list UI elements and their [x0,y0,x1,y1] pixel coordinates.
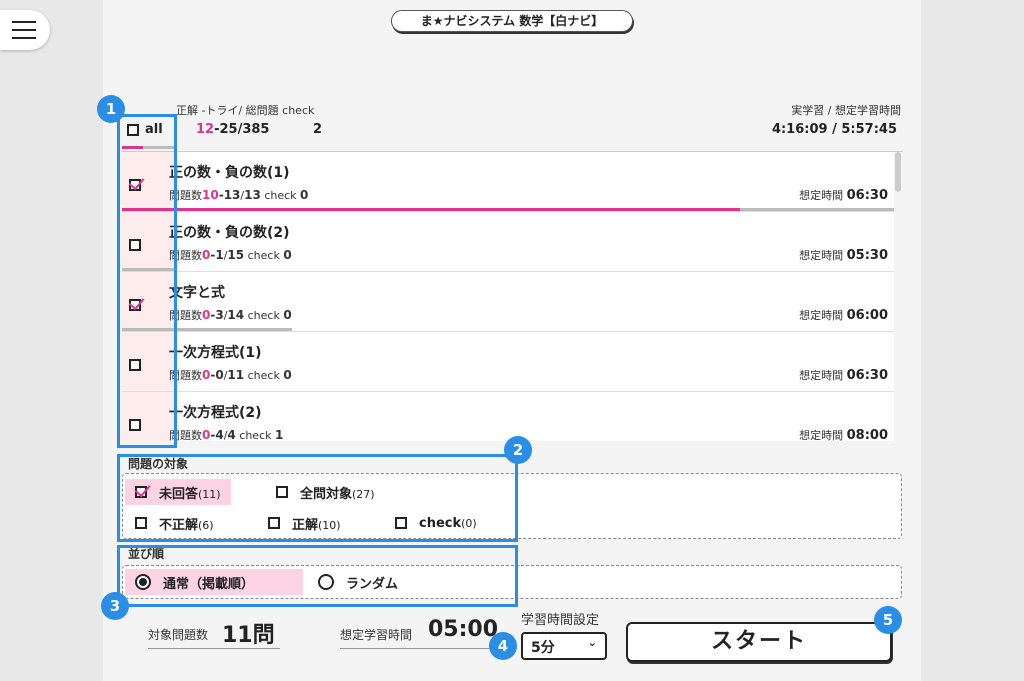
header-total: /385 [237,122,270,137]
est-value: 05:30 [846,248,888,263]
study-time-label: 実学習 / 想定学習時間 [791,104,901,117]
unit-row[interactable]: 一次方程式(2) 問題数0-4/4 check 1 想定時間 08:00 [122,392,894,441]
check-label: check [239,429,272,441]
unit-est-time: 想定時間 06:30 [799,367,888,383]
unit-name: 一次方程式(2) [169,405,262,421]
unit-list[interactable]: 正の数・負の数(1) 問題数10-13/13 check 0 想定時間 06:30 正… [122,151,903,441]
unit-est-time: 想定時間 05:30 [799,247,888,263]
unit-est-time: 想定時間 08:00 [799,427,888,441]
unit-total: 4 [227,428,236,441]
est-value: 06:30 [846,368,888,383]
est-study-time: 05:00 [428,617,499,642]
est-study-time-label: 想定学習時間 [340,628,413,642]
est-label: 想定時間 [799,309,844,322]
guide-badge-1: 1 [97,95,125,123]
start-button[interactable]: スタート [626,622,892,662]
unit-correct: 10 [202,188,219,202]
guide-box-3 [117,545,518,607]
underline [148,648,280,649]
unit-check: 0 [283,248,292,262]
guide-box-1 [117,114,177,448]
guide-badge-5: 5 [874,606,902,634]
unit-total: 14 [227,308,245,322]
select-value: 5分 [531,640,555,656]
unit-tried: 3 [215,308,224,322]
unit-check: 1 [275,428,284,441]
est-value: 08:00 [846,428,888,441]
guide-badge-2: 2 [504,436,532,464]
chevron-down-icon: ⌄ [587,636,597,649]
unit-row[interactable]: 正の数・負の数(2) 問題数0-1/15 check 0 想定時間 05:30 [122,212,894,272]
unit-check: 0 [300,188,309,202]
est-label: 想定時間 [799,369,844,382]
header-check: 2 [313,122,323,137]
unit-stats: 問題数0-0/11 check 0 [169,368,292,382]
unit-est-time: 想定時間 06:30 [799,187,888,203]
est-value: 06:30 [846,188,888,203]
time-setting-label: 学習時間設定 [521,613,600,628]
est-value: 06:00 [846,308,888,323]
unit-progress-bar [122,208,894,211]
list-scrollbar[interactable] [895,152,901,192]
unit-total: 11 [227,368,245,382]
header-stats: 12-25/385 [196,122,269,137]
unit-est-time: 想定時間 06:00 [799,307,888,323]
unit-stats: 問題数10-13/13 check 0 [169,188,309,202]
header-tried: -25 [214,122,238,137]
menu-line-icon [12,37,36,39]
unit-check: 0 [283,368,292,382]
unit-tried: 1 [215,248,224,262]
unit-total: 13 [244,188,261,202]
unit-tried: 0 [215,368,224,382]
unit-name: 正の数・負の数(1) [169,165,290,181]
unit-row[interactable]: 正の数・負の数(1) 問題数10-13/13 check 0 想定時間 06:30 [122,152,894,212]
unit-progress-fill [122,208,740,211]
guide-badge-3: 3 [101,592,129,620]
unit-name: 正の数・負の数(2) [169,225,290,241]
hamburger-menu-button[interactable] [0,10,50,50]
check-label: check [247,309,280,322]
target-count-label: 対象問題数 [148,628,209,642]
guide-box-2 [117,454,518,542]
unit-stats: 問題数0-1/15 check 0 [169,248,292,262]
app-title: ま★ナビシステム 数学【白ナビ】 [391,10,633,32]
underline [340,648,500,649]
check-label: check [247,369,280,382]
target-count: 11問 [222,623,275,648]
unit-row[interactable]: 文字と式問題数0-3/14 check 0 想定時間 06:00 [122,272,894,332]
menu-line-icon [12,21,36,23]
time-setting-select[interactable]: 5分 ⌄ [521,632,607,660]
guide-badge-4: 4 [489,632,517,660]
unit-tried: 4 [215,428,224,441]
header-stat-labels: 正解 -トライ/ 総問題 check [176,104,315,117]
study-time: 4:16:09 / 5:57:45 [771,122,897,137]
unit-name: 一次方程式(1) [169,345,262,361]
unit-total: 15 [227,248,245,262]
check-label: check [264,189,297,202]
unit-tried: 13 [223,188,241,202]
header-correct: 12 [196,122,215,137]
check-label: check [247,249,280,262]
est-label: 想定時間 [799,249,844,262]
est-label: 想定時間 [799,189,844,202]
unit-row[interactable]: 一次方程式(1) 問題数0-0/11 check 0 想定時間 06:30 [122,332,894,392]
est-label: 想定時間 [799,429,844,441]
unit-name: 文字と式 [169,285,225,301]
unit-stats: 問題数0-4/4 check 1 [169,428,284,441]
menu-line-icon [12,29,36,31]
unit-check: 0 [283,308,292,322]
unit-stats: 問題数0-3/14 check 0 [169,308,292,322]
